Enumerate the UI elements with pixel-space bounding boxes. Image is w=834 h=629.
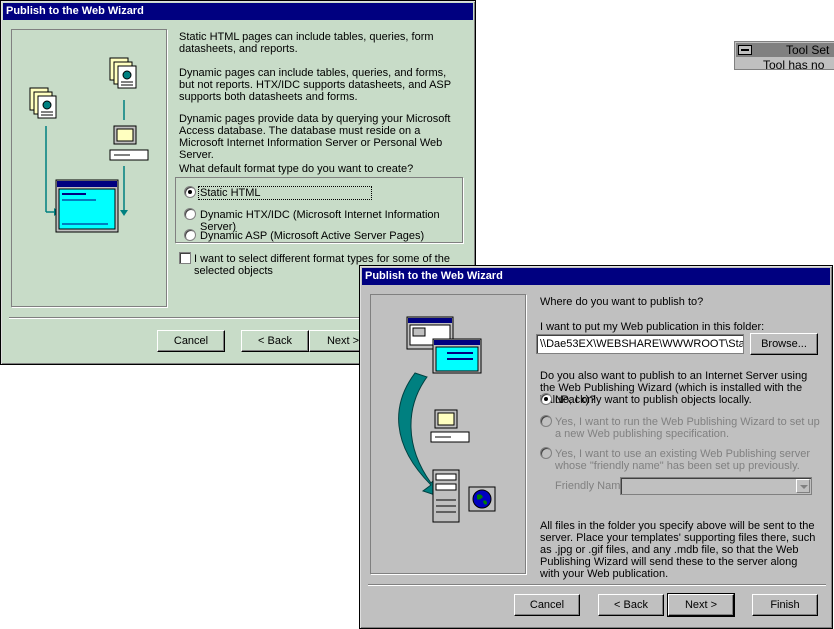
run-wpw-radio: [540, 415, 552, 427]
dynamic-asp-label[interactable]: Dynamic ASP (Microsoft Active Server Pag…: [200, 230, 424, 242]
static-html-label[interactable]: Static HTML: [198, 186, 372, 200]
friendly-name-label: Friendly Name: [555, 480, 627, 492]
wizard2-destination-question: Where do you want to publish to?: [540, 296, 704, 308]
computer-icon: [109, 125, 149, 161]
document-stack-icon: [109, 57, 137, 89]
folder-path-input[interactable]: \\Dae53EX\WEBSHARE\WWWROOT\Static: [536, 334, 744, 354]
toolset-title: Tool Set: [786, 43, 830, 57]
wizard2-title-bar[interactable]: Publish to the Web Wizard: [362, 268, 830, 285]
publish-locally-label[interactable]: No, I only want to publish objects local…: [555, 394, 752, 406]
existing-server-radio: [540, 447, 552, 459]
toolset-message: Tool has no: [763, 58, 825, 72]
document-stack-icon-left: [29, 87, 57, 119]
web-server-icon: [432, 469, 460, 523]
static-html-radio[interactable]: [184, 186, 196, 198]
dynamic-htx-radio[interactable]: [184, 208, 196, 220]
wizard2-title: Publish to the Web Wizard: [365, 270, 503, 282]
web-page-window-icon: [55, 179, 119, 233]
wizard1-illustration-panel: [11, 29, 167, 307]
toolset-palette: Tool Set Tool has no: [734, 41, 834, 72]
publish-locally-radio[interactable]: [540, 393, 552, 405]
run-wpw-label: Yes, I want to run the Web Publishing Wi…: [555, 416, 820, 440]
friendly-name-dropdown: [620, 477, 812, 495]
wizard1-back-button[interactable]: < Back: [241, 330, 309, 352]
publish-wizard-window-2: Publish to the Web Wizard Where do you w…: [359, 265, 833, 629]
wizard1-para-dynamic: Dynamic pages can include tables, querie…: [179, 67, 451, 103]
toolset-title-bar[interactable]: Tool Set: [736, 43, 834, 57]
chevron-down-icon: [796, 479, 810, 493]
wizard1-illustration: [29, 57, 149, 233]
wizard1-title: Publish to the Web Wizard: [6, 5, 144, 17]
different-formats-checkbox[interactable]: [179, 252, 191, 264]
toolset-menu-icon[interactable]: [738, 45, 752, 55]
wizard1-para-database: Dynamic pages provide data by querying y…: [179, 113, 451, 161]
wizard2-cancel-button[interactable]: Cancel: [514, 594, 580, 616]
local-computer-icon: [430, 409, 470, 443]
wizard2-divider: [368, 584, 826, 586]
existing-server-label: Yes, I want to use an existing Web Publi…: [555, 448, 810, 472]
browse-button[interactable]: Browse...: [750, 333, 818, 355]
wizard2-folder-label: I want to put my Web publication in this…: [540, 321, 765, 333]
globe-icon: [468, 486, 496, 512]
dynamic-asp-radio[interactable]: [184, 229, 196, 241]
wizard1-para-static: Static HTML pages can include tables, qu…: [179, 31, 434, 55]
wizard1-format-question: What default format type do you want to …: [179, 163, 414, 175]
wizard2-illustration-panel: [370, 294, 526, 574]
web-pages-icon: [406, 316, 482, 374]
wizard2-illustration: [398, 316, 496, 523]
wizard2-next-button[interactable]: Next >: [667, 593, 735, 617]
wizard2-back-button[interactable]: < Back: [598, 594, 664, 616]
wizard1-title-bar[interactable]: Publish to the Web Wizard: [3, 3, 473, 20]
wizard2-finish-button[interactable]: Finish: [752, 594, 818, 616]
wizard1-cancel-button[interactable]: Cancel: [157, 330, 225, 352]
wizard2-server-note: All files in the folder you specify abov…: [540, 520, 816, 580]
